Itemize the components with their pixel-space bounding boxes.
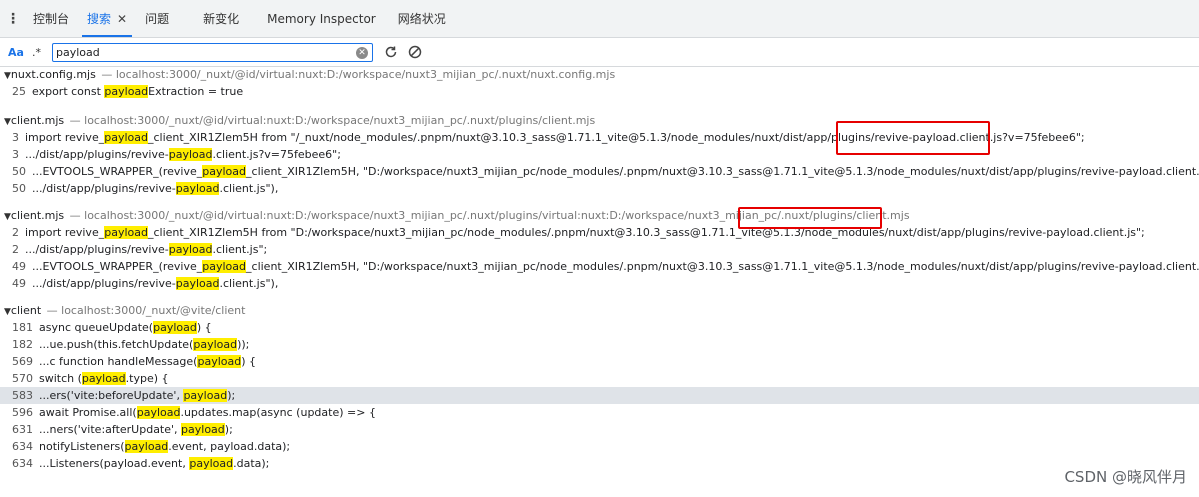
result-match-line[interactable]: 596 await Promise.all(payload.updates.map…: [0, 404, 1199, 421]
search-field-wrapper: ✕: [52, 42, 373, 62]
search-toolbar: Aa .* ✕: [0, 38, 1199, 67]
result-file-header[interactable]: ▼client — localhost:3000/_nuxt/@vite/cli…: [0, 302, 1199, 319]
result-match-line[interactable]: 569 ...c function handleMessage(payload) …: [0, 353, 1199, 370]
refresh-icon[interactable]: [379, 45, 403, 59]
tab-label: 搜索: [87, 12, 112, 26]
result-match-line[interactable]: 3 .../dist/app/plugins/revive-payload.cli…: [0, 146, 1199, 163]
drawer-tabbar: ⋮ 控制台 搜索 ✕ 问题 新变化 Memory Inspector 网络状况: [0, 0, 1199, 38]
tab-label: Memory Inspector: [267, 11, 376, 26]
search-input[interactable]: [52, 42, 373, 62]
result-match-line[interactable]: 631 ...ners('vite:afterUpdate', payload);: [0, 421, 1199, 438]
result-match-line[interactable]: 634 notifyListeners(payload.event, payloa…: [0, 438, 1199, 455]
result-match-line[interactable]: 49 .../dist/app/plugins/revive-payload.cl…: [0, 275, 1199, 292]
clear-search-icon[interactable]: ✕: [356, 46, 368, 59]
result-match-line[interactable]: 50 ...EVTOOLS_WRAPPER_(revive_payload_cli…: [0, 163, 1199, 180]
result-match-line[interactable]: 50 .../dist/app/plugins/revive-payload.cl…: [0, 180, 1199, 197]
close-icon[interactable]: ✕: [117, 12, 127, 26]
tab-label: 网络状况: [397, 12, 446, 26]
tab-network-conditions[interactable]: 网络状况: [389, 0, 455, 37]
watermark: CSDN @晓风伴月: [1064, 468, 1187, 486]
result-file-header[interactable]: ▼nuxt.config.mjs — localhost:3000/_nuxt/…: [0, 66, 1199, 83]
result-match-line[interactable]: 2 .../dist/app/plugins/revive-payload.cli…: [0, 241, 1199, 258]
result-file-header[interactable]: ▼client.mjs — localhost:3000/_nuxt/@id/v…: [0, 207, 1199, 224]
result-file-header[interactable]: ▼client.mjs — localhost:3000/_nuxt/@id/v…: [0, 112, 1199, 129]
tab-issues[interactable]: 问题: [136, 0, 178, 37]
result-match-line[interactable]: 181 async queueUpdate(payload) {: [0, 319, 1199, 336]
result-match-line[interactable]: 634 ...Listeners(payload.event, payload.d…: [0, 455, 1199, 472]
expand-triangle-icon: ▼: [4, 307, 11, 317]
result-match-line[interactable]: 2 import revive_payload_client_XIR1Zlem5H…: [0, 224, 1199, 241]
tab-console[interactable]: 控制台: [24, 0, 78, 37]
tab-memory-inspector[interactable]: Memory Inspector: [258, 0, 385, 37]
annotation-box-client-mjs: [738, 207, 882, 229]
result-match-line[interactable]: 49 ...EVTOOLS_WRAPPER_(revive_payload_cli…: [0, 258, 1199, 275]
match-case-toggle[interactable]: Aa: [8, 46, 28, 59]
regex-toggle[interactable]: .*: [32, 46, 50, 59]
tab-label: 控制台: [33, 12, 70, 26]
tab-label: 问题: [145, 12, 170, 26]
search-results: ▼nuxt.config.mjs — localhost:3000/_nuxt/…: [0, 66, 1199, 497]
result-match-line[interactable]: 3 import revive_payload_client_XIR1Zlem5H…: [0, 129, 1199, 146]
expand-triangle-icon: ▼: [4, 71, 11, 81]
result-match-line-selected[interactable]: 583 ...ers('vite:beforeUpdate', payload);: [0, 387, 1199, 404]
result-match-line[interactable]: 570 switch (payload.type) {: [0, 370, 1199, 387]
expand-triangle-icon: ▼: [4, 212, 11, 222]
tab-label: 新变化: [203, 12, 240, 26]
clear-results-icon[interactable]: [403, 45, 427, 59]
tab-search[interactable]: 搜索 ✕: [78, 0, 136, 37]
expand-triangle-icon: ▼: [4, 117, 11, 127]
result-match-line[interactable]: 25 export const payloadExtraction = true: [0, 83, 1199, 100]
annotation-box-revive-payload: [836, 121, 990, 155]
more-options-icon[interactable]: ⋮: [2, 11, 24, 27]
result-match-line[interactable]: 182 ...ue.push(this.fetchUpdate(payload))…: [0, 336, 1199, 353]
tab-whats-new[interactable]: 新变化: [194, 0, 248, 37]
